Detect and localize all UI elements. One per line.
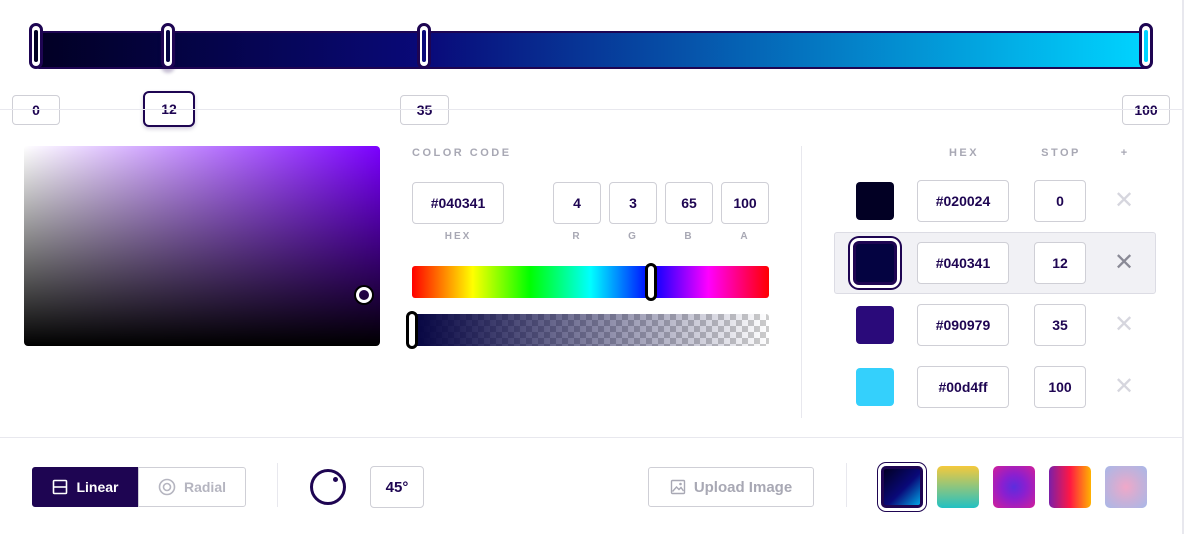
stop-position-label[interactable]: 100 xyxy=(1122,95,1170,125)
hue-slider[interactable] xyxy=(412,266,769,298)
upload-image-label: Upload Image xyxy=(693,478,793,496)
stop-color-swatch[interactable] xyxy=(856,368,894,406)
divider xyxy=(0,109,1184,110)
hex-label: HEX xyxy=(444,231,472,242)
red-input[interactable]: 4 xyxy=(553,182,601,224)
remove-stop-icon[interactable]: ✕ xyxy=(1114,375,1134,399)
stop-handle-35[interactable] xyxy=(417,23,431,69)
stop-hex-input[interactable]: #020024 xyxy=(917,180,1009,222)
green-input[interactable]: 3 xyxy=(609,182,657,224)
color-code-heading: COLOR CODE xyxy=(412,147,512,159)
linear-mode-button[interactable]: Linear xyxy=(32,467,139,507)
preset-yellow-teal[interactable] xyxy=(937,466,979,508)
stop-color-swatch[interactable] xyxy=(856,182,894,220)
alpha-input[interactable]: 100 xyxy=(721,182,769,224)
stop-hex-input[interactable]: #090979 xyxy=(917,304,1009,346)
stop-color-swatch-selected[interactable] xyxy=(853,241,897,285)
green-label: G xyxy=(628,231,638,242)
stop-handle-0[interactable] xyxy=(29,23,43,69)
hex-input[interactable]: #040341 xyxy=(412,182,504,224)
radial-icon xyxy=(158,478,176,496)
divider xyxy=(846,463,847,507)
blue-label: B xyxy=(684,231,694,242)
divider xyxy=(277,463,278,507)
radial-label: Radial xyxy=(183,479,226,495)
remove-stop-icon[interactable]: ✕ xyxy=(1114,313,1134,337)
linear-label: Linear xyxy=(76,479,119,495)
remove-stop-icon[interactable]: ✕ xyxy=(1114,251,1134,275)
radial-mode-button[interactable]: Radial xyxy=(138,467,246,507)
stop-hex-input[interactable]: #00d4ff xyxy=(917,366,1009,408)
blue-input[interactable]: 65 xyxy=(665,182,713,224)
preset-red-purple[interactable] xyxy=(1049,466,1091,508)
alpha-slider-handle[interactable] xyxy=(406,311,418,349)
preset-purple-radial[interactable] xyxy=(993,466,1035,508)
stop-position-label[interactable]: 0 xyxy=(12,95,60,125)
upload-image-button[interactable]: Upload Image xyxy=(648,467,814,507)
color-pointer[interactable] xyxy=(356,287,372,303)
gradient-preview-bar[interactable] xyxy=(36,31,1147,69)
add-stop-icon[interactable]: + xyxy=(1116,145,1132,161)
stop-handle-12[interactable] xyxy=(161,23,175,69)
stop-position-label[interactable]: 35 xyxy=(400,95,449,125)
stop-handle-100[interactable] xyxy=(1139,23,1153,69)
stop-position-input[interactable]: 12 xyxy=(1034,242,1086,284)
stop-color-swatch[interactable] xyxy=(856,306,894,344)
alpha-slider[interactable] xyxy=(412,314,769,346)
stop-position-input[interactable]: 35 xyxy=(1034,304,1086,346)
red-label: R xyxy=(572,231,582,242)
stop-hex-input[interactable]: #040341 xyxy=(917,242,1009,284)
angle-dial-marker xyxy=(333,477,338,482)
hex-column-header: HEX xyxy=(948,147,980,159)
preset-pastel-radial[interactable] xyxy=(1105,466,1147,508)
hue-slider-handle[interactable] xyxy=(645,263,657,301)
image-icon xyxy=(670,479,686,495)
remove-stop-icon[interactable]: ✕ xyxy=(1114,189,1134,213)
angle-input[interactable]: 45° xyxy=(370,466,424,508)
linear-icon xyxy=(53,479,68,495)
divider xyxy=(801,146,802,418)
saturation-value-panel[interactable] xyxy=(24,146,380,346)
stop-position-input[interactable]: 0 xyxy=(1034,180,1086,222)
preset-navy-blue[interactable] xyxy=(881,466,923,508)
stop-position-input[interactable]: 100 xyxy=(1034,366,1086,408)
alpha-label: A xyxy=(740,231,750,242)
angle-dial[interactable] xyxy=(310,469,346,505)
stop-column-header: STOP xyxy=(1041,147,1081,159)
divider xyxy=(0,437,1184,438)
